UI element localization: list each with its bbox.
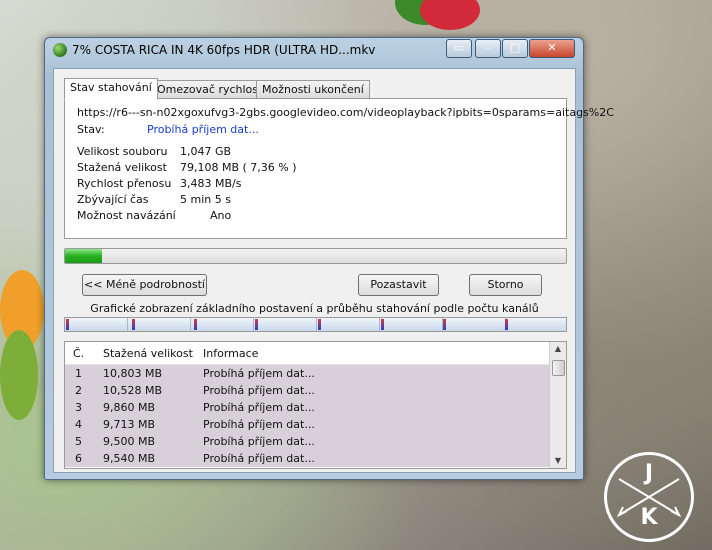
row-info: Probíhá příjem dat...	[203, 401, 315, 414]
background-photo-leaf	[0, 330, 38, 420]
channel-segment	[128, 318, 191, 331]
minimize-button[interactable]: –	[475, 39, 501, 58]
scroll-up-icon[interactable]: ▲	[550, 342, 566, 356]
downloaded-label: Stažená velikost	[77, 161, 167, 174]
channel-progress-marker	[443, 319, 446, 330]
resume-label: Možnost navázání	[77, 209, 176, 222]
download-url: https://r6---sn-n02xgoxufvg3-2gbs.google…	[77, 106, 614, 119]
logo-letter-bottom: K	[640, 505, 658, 530]
less-details-button[interactable]: << Méně podrobností	[82, 274, 207, 296]
row-size: 9,713 MB	[103, 418, 156, 431]
row-size: 10,528 MB	[103, 384, 163, 397]
table-row[interactable]: 3 9,860 MB Probíhá příjem dat...	[65, 399, 550, 416]
maximize-button[interactable]: □	[502, 39, 528, 58]
background-photo-flower	[420, 0, 480, 30]
channel-progress-marker	[505, 319, 508, 330]
table-row[interactable]: 5 9,500 MB Probíhá příjem dat...	[65, 433, 550, 450]
status-panel: https://r6---sn-n02xgoxufvg3-2gbs.google…	[64, 98, 614, 239]
window-client-area: Stav stahování Omezovač rychlosti Možnos…	[53, 68, 614, 473]
channels-bar	[64, 317, 567, 332]
remaining-value: 5 min 5 s	[180, 193, 231, 206]
table-row[interactable]: 2 10,528 MB Probíhá příjem dat...	[65, 382, 550, 399]
channels-table[interactable]: Č. Stažená velikost Informace 1 10,803 M…	[64, 341, 567, 469]
download-progress-bar	[64, 248, 567, 264]
remaining-label: Zbývající čas	[77, 193, 149, 206]
tab-completion-options[interactable]: Možnosti ukončení	[256, 80, 370, 99]
channel-progress-marker	[132, 319, 135, 330]
progress-fill	[65, 249, 102, 263]
tab-speed-limiter[interactable]: Omezovač rychlosti	[151, 80, 272, 99]
channel-segment	[506, 318, 566, 331]
title-bar[interactable]: 7% COSTA RICA IN 4K 60fps HDR (ULTRA HD.…	[45, 38, 583, 62]
channel-progress-marker	[194, 319, 197, 330]
minimize-icon: –	[485, 41, 491, 54]
channel-segment	[317, 318, 380, 331]
watermark-logo: J K	[604, 452, 694, 542]
row-info: Probíhá příjem dat...	[203, 384, 315, 397]
row-info: Probíhá příjem dat...	[203, 435, 315, 448]
row-number: 6	[75, 452, 82, 465]
channel-progress-marker	[318, 319, 321, 330]
resume-value: Ano	[210, 209, 232, 222]
table-row[interactable]: 1 10,803 MB Probíhá příjem dat...	[65, 365, 550, 382]
tab-download-status[interactable]: Stav stahování	[64, 78, 158, 100]
row-number: 4	[75, 418, 82, 431]
row-number: 2	[75, 384, 82, 397]
column-number[interactable]: Č.	[73, 347, 84, 360]
channel-segment	[443, 318, 506, 331]
channel-progress-marker	[255, 319, 258, 330]
row-info: Probíhá příjem dat...	[203, 367, 315, 380]
row-info: Probíhá příjem dat...	[203, 452, 315, 465]
speed-label: Rychlost přenosu	[77, 177, 172, 190]
file-size-value: 1,047 GB	[180, 145, 232, 158]
close-icon: ✕	[547, 41, 557, 54]
table-row[interactable]: 4 9,713 MB Probíhá příjem dat...	[65, 416, 550, 433]
restore-tray-button[interactable]: ▭	[446, 39, 472, 58]
channels-caption: Grafické zobrazení základního postavení …	[90, 302, 539, 315]
row-number: 5	[75, 435, 82, 448]
row-size: 9,860 MB	[103, 401, 156, 414]
scroll-thumb[interactable]	[552, 360, 565, 376]
channel-progress-marker	[66, 319, 69, 330]
app-globe-icon	[53, 43, 67, 57]
row-size: 10,803 MB	[103, 367, 163, 380]
state-value: Probíhá příjem dat...	[147, 123, 259, 136]
table-header: Č. Stažená velikost Informace	[65, 342, 550, 365]
window-title: 7% COSTA RICA IN 4K 60fps HDR (ULTRA HD.…	[72, 43, 376, 57]
vertical-scrollbar[interactable]: ▲ ▼	[549, 342, 566, 468]
column-information[interactable]: Informace	[203, 347, 258, 360]
row-info: Probíhá příjem dat...	[203, 418, 315, 431]
logo-letter-top: J	[644, 461, 654, 486]
cancel-button[interactable]: Storno	[469, 274, 542, 296]
file-size-label: Velikost souboru	[77, 145, 168, 158]
download-window: 7% COSTA RICA IN 4K 60fps HDR (ULTRA HD.…	[44, 37, 614, 480]
row-size: 9,500 MB	[103, 435, 156, 448]
scroll-down-icon[interactable]: ▼	[550, 454, 566, 468]
speed-value: 3,483 MB/s	[180, 177, 242, 190]
column-downloaded-size[interactable]: Stažená velikost	[103, 347, 193, 360]
channel-segment	[380, 318, 443, 331]
row-number: 3	[75, 401, 82, 414]
table-row[interactable]: 6 9,540 MB Probíhá příjem dat...	[65, 450, 550, 467]
pause-button[interactable]: Pozastavit	[358, 274, 439, 296]
row-size: 9,540 MB	[103, 452, 156, 465]
close-button[interactable]: ✕	[529, 39, 575, 58]
state-label: Stav:	[77, 123, 105, 136]
tray-arrow-icon: ▭	[453, 41, 465, 54]
channel-segment	[191, 318, 254, 331]
channel-segment	[65, 318, 128, 331]
row-number: 1	[75, 367, 82, 380]
maximize-icon: □	[509, 41, 521, 54]
downloaded-value: 79,108 MB ( 7,36 % )	[180, 161, 297, 174]
channel-segment	[254, 318, 317, 331]
channel-progress-marker	[381, 319, 384, 330]
